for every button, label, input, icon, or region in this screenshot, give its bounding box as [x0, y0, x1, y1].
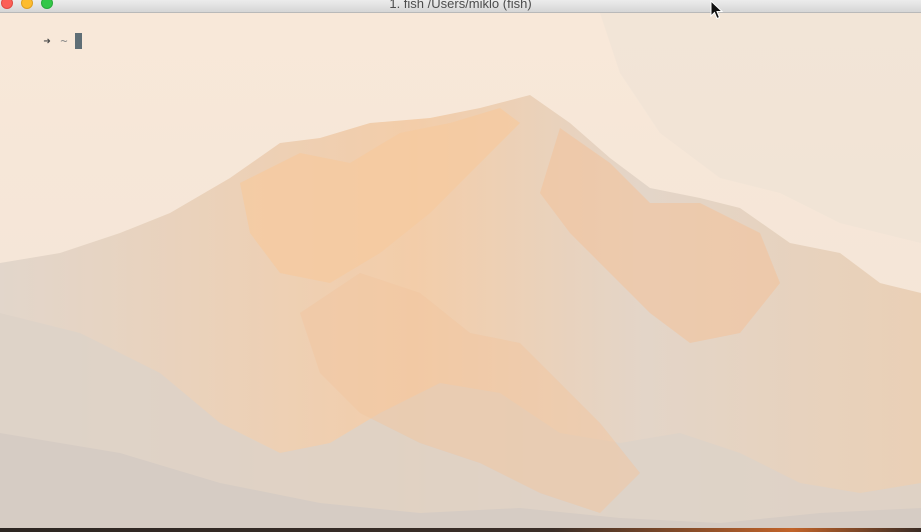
mouse-pointer-icon — [710, 0, 724, 20]
terminal-window: 1. fish /Users/miklo (fish) ➜ ~ — [0, 0, 921, 528]
prompt-line[interactable]: ➜ ~ — [0, 17, 82, 49]
mountain-wallpaper — [0, 13, 921, 528]
text-cursor — [74, 33, 82, 49]
desktop-background — [0, 528, 921, 532]
title-bar[interactable]: 1. fish /Users/miklo (fish) — [0, 0, 921, 13]
prompt-cwd: ~ — [60, 34, 68, 48]
terminal-pane[interactable]: ➜ ~ — [0, 13, 921, 528]
prompt-arrow: ➜ — [43, 34, 51, 48]
window-title: 1. fish /Users/miklo (fish) — [389, 0, 532, 11]
